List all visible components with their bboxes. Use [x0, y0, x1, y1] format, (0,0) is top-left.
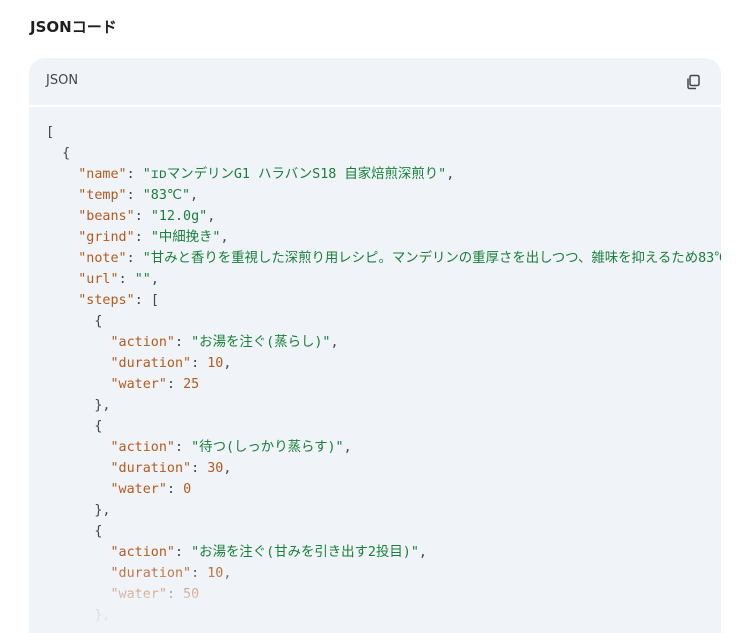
code-separator: :: [175, 440, 192, 455]
code-separator: :: [175, 335, 192, 350]
code-line: "water": 50: [46, 584, 721, 605]
code-separator: :: [166, 377, 184, 392]
code-content[interactable]: [ { "name": "ɪᴅマンデリンG1 ハラバンS18 自家焙煎深煎り",…: [46, 122, 721, 626]
code-punctuation: {: [62, 146, 71, 161]
code-separator: :: [134, 293, 151, 308]
code-punctuation: [: [46, 125, 55, 140]
code-value: 10: [207, 356, 224, 371]
code-punctuation: ,: [343, 440, 352, 455]
code-line: "duration": 10,: [46, 563, 721, 584]
code-punctuation: ,: [446, 167, 455, 182]
code-value: "83℃": [142, 188, 191, 203]
code-separator: :: [134, 230, 151, 245]
code-key: "action": [110, 335, 176, 350]
code-punctuation: {: [94, 419, 103, 434]
code-punctuation: ,: [223, 566, 232, 581]
copy-button[interactable]: [681, 70, 705, 94]
code-separator: :: [191, 461, 208, 476]
code-value: "12.0g": [150, 209, 208, 224]
code-value: 30: [207, 461, 224, 476]
code-value: 10: [207, 566, 224, 581]
code-value: 25: [183, 377, 200, 392]
code-value: "": [134, 272, 151, 287]
code-line: {: [46, 311, 721, 332]
code-value: "ɪᴅマンデリンG1 ハラバンS18 自家焙煎深煎り": [142, 167, 447, 182]
code-line: "note": "甘みと香りを重視した深煎り用レシピ。マンデリンの重厚さを出しつ…: [46, 248, 721, 269]
code-value: "お湯を注ぐ(甘みを引き出す2投目)": [191, 545, 419, 560]
code-punctuation: ,: [418, 545, 427, 560]
code-value: 0: [183, 482, 192, 497]
code-separator: :: [166, 587, 184, 602]
code-key: "duration": [110, 356, 192, 371]
code-punctuation: },: [94, 503, 111, 518]
code-separator: :: [126, 167, 143, 182]
code-punctuation: },: [94, 398, 111, 413]
code-line: "duration": 10,: [46, 353, 721, 374]
code-key: "steps": [78, 293, 135, 308]
code-key: "duration": [110, 461, 192, 476]
code-line: "temp": "83℃",: [46, 185, 721, 206]
code-value: "待つ(しっかり蒸らす)": [191, 440, 344, 455]
code-value: "甘みと香りを重視した深煎り用レシピ。マンデリンの重厚さを出しつつ、雑味を抑える…: [142, 251, 721, 266]
code-key: "beans": [78, 209, 135, 224]
code-line: "url": "",: [46, 269, 721, 290]
code-line: "duration": 30,: [46, 458, 721, 479]
code-key: "water": [110, 377, 167, 392]
code-separator: :: [191, 566, 208, 581]
code-language-label: JSON: [46, 73, 79, 88]
code-line: "water": 0: [46, 479, 721, 500]
code-punctuation: ,: [330, 335, 339, 350]
code-line: {: [46, 416, 721, 437]
copy-icon: [687, 74, 700, 90]
code-line: "beans": "12.0g",: [46, 206, 721, 227]
code-separator: :: [191, 356, 208, 371]
code-punctuation: ,: [190, 188, 199, 203]
code-key: "water": [110, 587, 167, 602]
code-separator: :: [175, 545, 192, 560]
code-block-header: JSON: [29, 58, 721, 107]
code-punctuation: ,: [223, 356, 232, 371]
code-key: "water": [110, 482, 167, 497]
code-line: },: [46, 395, 721, 416]
code-key: "note": [78, 251, 127, 266]
code-separator: :: [126, 188, 143, 203]
code-punctuation: ,: [220, 230, 229, 245]
code-separator: :: [126, 251, 143, 266]
code-line: },: [46, 500, 721, 521]
code-line: "grind": "中細挽き",: [46, 227, 721, 248]
code-value: "中細挽き": [150, 230, 221, 245]
code-block: JSON [ { "name": "ɪᴅマンデリンG1 ハラバンS18 自家焙煎…: [29, 58, 721, 633]
code-key: "action": [110, 440, 176, 455]
code-key: "grind": [78, 230, 135, 245]
code-value: 50: [183, 587, 200, 602]
code-punctuation: },: [94, 608, 111, 623]
code-line: "steps": [: [46, 290, 721, 311]
code-line: "name": "ɪᴅマンデリンG1 ハラバンS18 自家焙煎深煎り",: [46, 164, 721, 185]
code-key: "action": [110, 545, 176, 560]
code-value: [: [150, 293, 159, 308]
code-line: "water": 25: [46, 374, 721, 395]
code-line: "action": "お湯を注ぐ(蒸らし)",: [46, 332, 721, 353]
code-line: "action": "お湯を注ぐ(甘みを引き出す2投目)",: [46, 542, 721, 563]
code-line: },: [46, 605, 721, 626]
code-key: "url": [78, 272, 119, 287]
code-separator: :: [166, 482, 184, 497]
code-line: "action": "待つ(しっかり蒸らす)",: [46, 437, 721, 458]
code-key: "name": [78, 167, 127, 182]
code-line: [: [46, 122, 721, 143]
code-punctuation: ,: [207, 209, 216, 224]
section-title: JSONコード: [30, 18, 117, 36]
code-key: "duration": [110, 566, 192, 581]
code-punctuation: {: [94, 314, 103, 329]
code-punctuation: ,: [150, 272, 159, 287]
code-punctuation: ,: [223, 461, 232, 476]
code-value: "お湯を注ぐ(蒸らし)": [191, 335, 331, 350]
code-separator: :: [134, 209, 151, 224]
code-punctuation: {: [94, 524, 103, 539]
code-line: {: [46, 521, 721, 542]
code-key: "temp": [78, 188, 127, 203]
code-line: {: [46, 143, 721, 164]
code-separator: :: [118, 272, 135, 287]
